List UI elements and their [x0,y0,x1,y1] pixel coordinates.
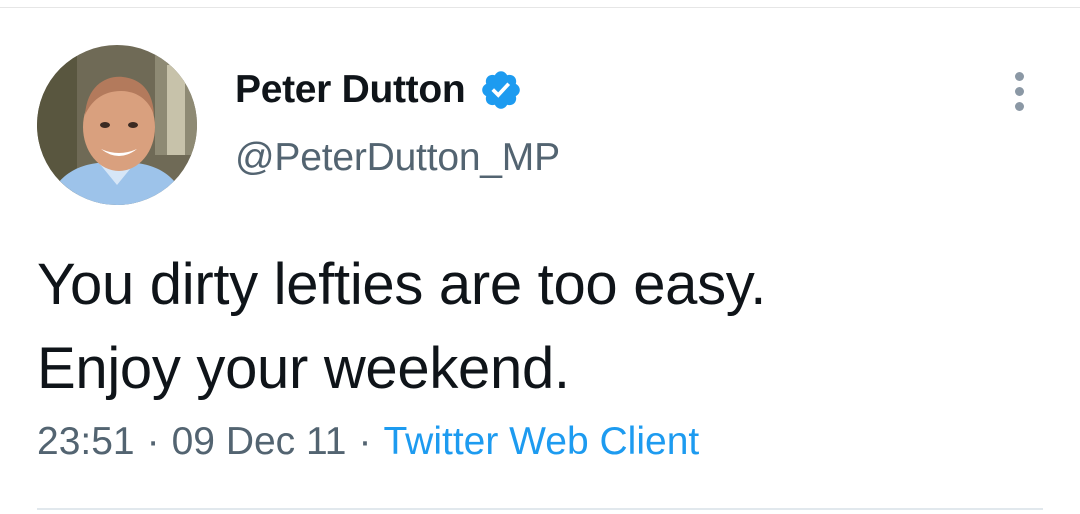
bottom-divider [37,508,1043,510]
tweet-time[interactable]: 23:51 [37,420,135,463]
avatar[interactable] [37,45,197,205]
verified-badge-icon [479,68,523,112]
tweet-text-line: Enjoy your weekend. [37,336,570,401]
tweet-date[interactable]: 09 Dec 11 [172,420,347,463]
tweet-card: Peter Dutton @PeterDutton_MP You dirty l… [0,0,1080,514]
tweet-text: You dirty lefties are too easy. Enjoy yo… [37,243,1037,411]
more-options-icon[interactable] [1004,70,1034,114]
tweet-source-link[interactable]: Twitter Web Client [384,420,700,463]
meta-separator: · [358,420,372,463]
user-handle[interactable]: @PeterDutton_MP [235,136,560,180]
meta-separator: · [146,420,160,463]
tweet-text-line: You dirty lefties are too easy. [37,252,767,317]
tweet-meta: 23:51 · 09 Dec 11 · Twitter Web Client [37,420,699,464]
display-name-row: Peter Dutton [235,62,523,118]
display-name[interactable]: Peter Dutton [235,68,466,112]
top-divider [0,7,1080,8]
